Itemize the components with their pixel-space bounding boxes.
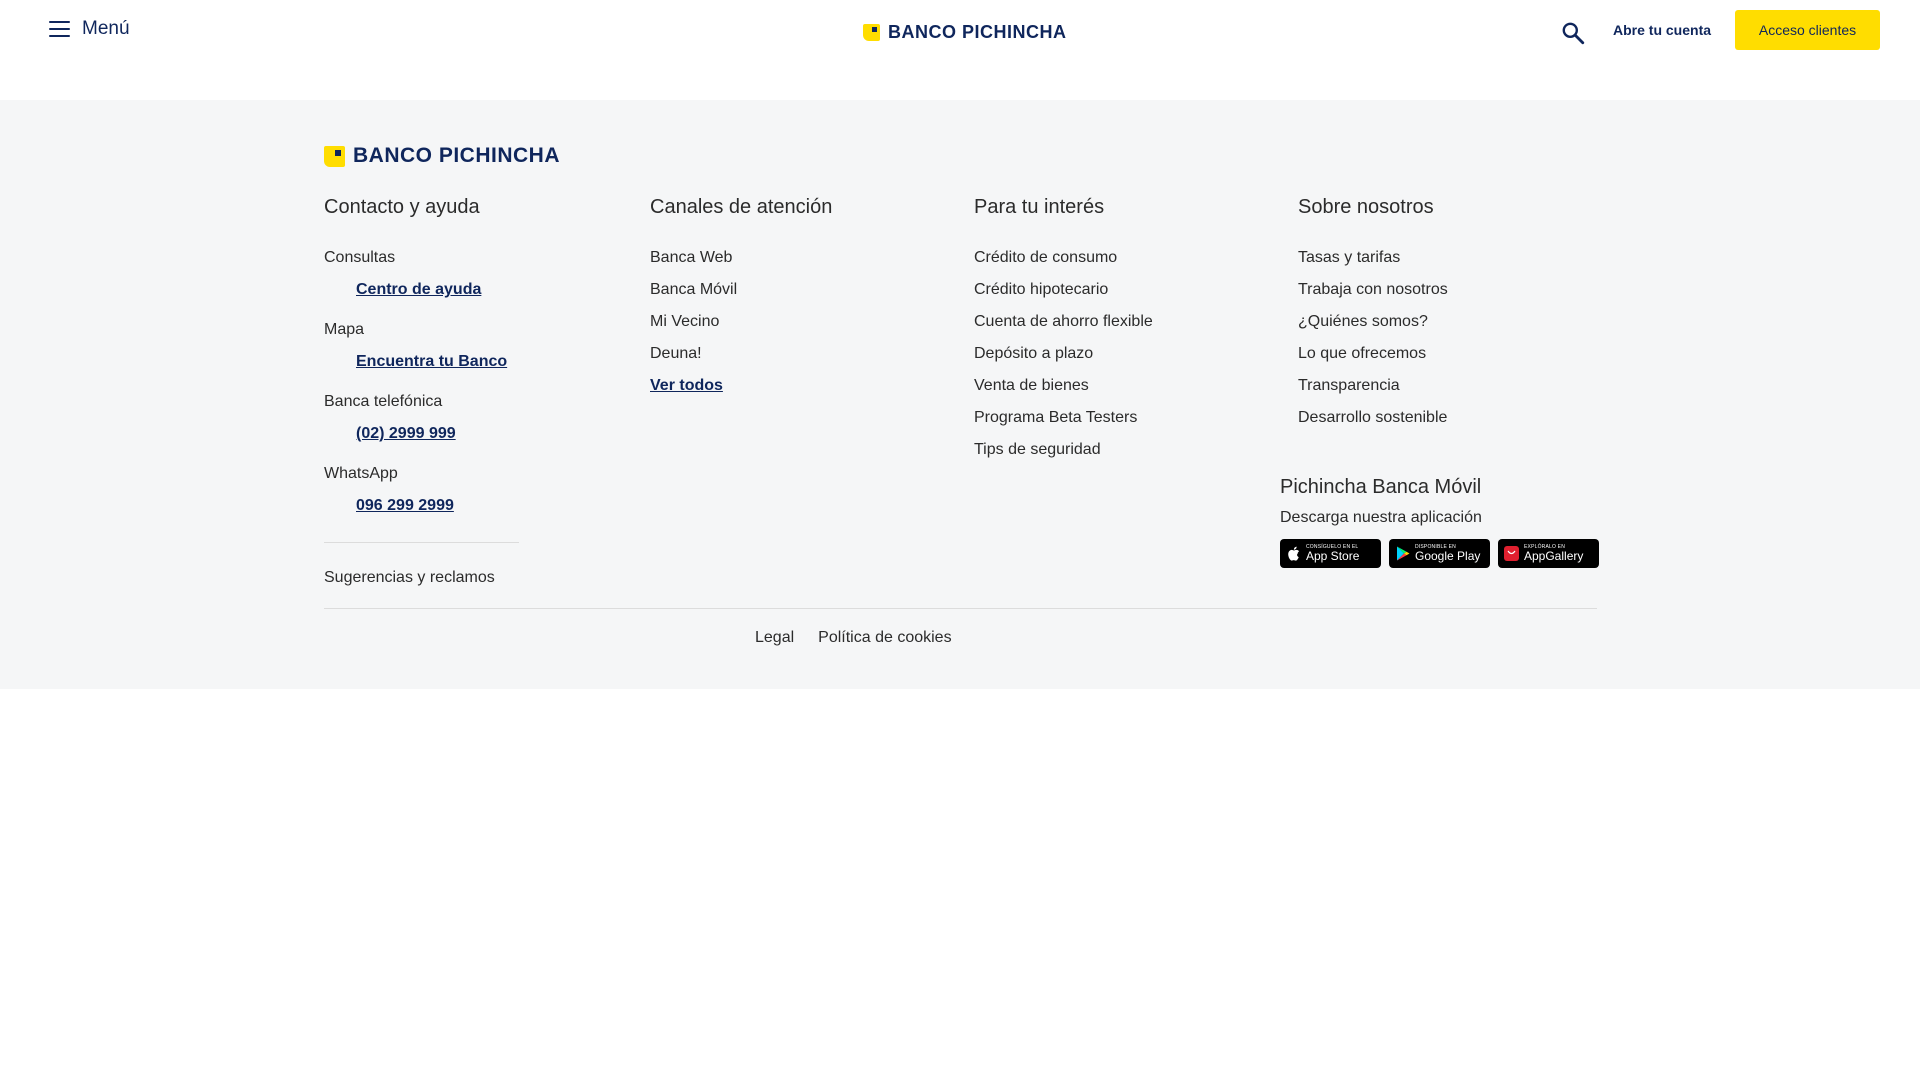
- search-button[interactable]: [1560, 20, 1586, 46]
- legal-links: Legal Política de cookies: [755, 629, 952, 647]
- contact-label: Mapa: [324, 321, 365, 338]
- about-link[interactable]: Lo que ofrecemos: [1298, 338, 1618, 370]
- google-play-badge[interactable]: Disponible en Google Play: [1389, 539, 1490, 568]
- about-column: Sobre nosotros Tasas y tarifas Trabaja c…: [1298, 196, 1618, 434]
- contact-column: Contacto y ayuda Consultas Centro de ayu…: [324, 196, 584, 587]
- interest-link[interactable]: Crédito hipotecario: [974, 274, 1274, 306]
- footer-divider: [324, 608, 1597, 609]
- about-title: Sobre nosotros: [1298, 196, 1434, 218]
- see-all-item: Ver todos: [650, 370, 910, 402]
- site-footer: BANCO PICHINCHA Contacto y ayuda Consult…: [0, 100, 1920, 689]
- app-gallery-badge[interactable]: Explóralo en AppGallery: [1498, 539, 1599, 568]
- suggestions-link[interactable]: Sugerencias y reclamos: [324, 569, 584, 587]
- about-link[interactable]: Transparencia: [1298, 370, 1618, 402]
- interest-link[interactable]: Tips de seguridad: [974, 434, 1274, 466]
- interest-title: Para tu interés: [974, 196, 1105, 218]
- huawei-icon: [1504, 546, 1519, 561]
- contact-group-mapa: Mapa Encuentra tu Banco: [324, 314, 584, 378]
- menu-button[interactable]: Menú: [49, 18, 130, 40]
- interest-link[interactable]: Cuenta de ahorro flexible: [974, 306, 1274, 338]
- whatsapp-link[interactable]: 096 299 2999: [324, 490, 584, 522]
- interest-link[interactable]: Venta de bienes: [974, 370, 1274, 402]
- interest-list: Crédito de consumo Crédito hipotecario C…: [974, 242, 1274, 466]
- contact-title: Contacto y ayuda: [324, 196, 480, 218]
- footer-logo[interactable]: BANCO PICHINCHA: [324, 144, 560, 168]
- logo-mark-icon: [324, 145, 345, 167]
- app-title: Pichincha Banca Móvil: [1280, 476, 1482, 498]
- cookies-policy-link[interactable]: Política de cookies: [818, 629, 951, 647]
- contact-label: Consultas: [324, 249, 396, 266]
- about-link[interactable]: ¿Quiénes somos?: [1298, 306, 1618, 338]
- channel-link[interactable]: Banca Móvil: [650, 274, 910, 306]
- contact-label: Banca telefónica: [324, 393, 443, 410]
- channels-column: Canales de atención Banca Web Banca Móvi…: [650, 196, 910, 402]
- apple-icon: [1286, 546, 1301, 561]
- google-play-icon: [1395, 546, 1410, 561]
- badge-store-name: Google Play: [1415, 549, 1481, 563]
- app-subtitle: Descarga nuestra aplicación: [1280, 509, 1482, 526]
- badge-store-name: App Store: [1306, 549, 1360, 563]
- access-clients-button[interactable]: Acceso clientes: [1735, 10, 1880, 50]
- contact-group-phone: Banca telefónica (02) 2999 999: [324, 386, 584, 450]
- about-link[interactable]: Trabaja con nosotros: [1298, 274, 1618, 306]
- badge-text: Disponible en Google Play: [1415, 545, 1481, 563]
- app-download-block: Pichincha Banca Móvil Descarga nuestra a…: [1280, 476, 1599, 568]
- about-list: Tasas y tarifas Trabaja con nosotros ¿Qu…: [1298, 242, 1618, 434]
- help-center-link[interactable]: Centro de ayuda: [324, 274, 584, 306]
- channels-list: Banca Web Banca Móvil Mi Vecino Deuna! V…: [650, 242, 910, 402]
- menu-label: Menú: [82, 18, 130, 39]
- find-bank-link[interactable]: Encuentra tu Banco: [324, 346, 584, 378]
- interest-link[interactable]: Crédito de consumo: [974, 242, 1274, 274]
- divider: [324, 542, 519, 543]
- contact-group-consultas: Consultas Centro de ayuda: [324, 242, 584, 306]
- interest-link[interactable]: Programa Beta Testers: [974, 402, 1274, 434]
- channel-link[interactable]: Deuna!: [650, 338, 910, 370]
- channels-title: Canales de atención: [650, 196, 833, 218]
- app-store-badge[interactable]: Consíguelo en el App Store: [1280, 539, 1381, 568]
- see-all-link[interactable]: Ver todos: [650, 377, 723, 394]
- phone-link[interactable]: (02) 2999 999: [324, 418, 584, 450]
- interest-link[interactable]: Depósito a plazo: [974, 338, 1274, 370]
- open-account-link[interactable]: Abre tu cuenta: [1613, 22, 1711, 38]
- about-link[interactable]: Desarrollo sostenible: [1298, 402, 1618, 434]
- channel-link[interactable]: Banca Web: [650, 242, 910, 274]
- legal-link[interactable]: Legal: [755, 629, 794, 647]
- channel-link[interactable]: Mi Vecino: [650, 306, 910, 338]
- logo-mark-icon: [863, 24, 880, 41]
- badge-store-name: AppGallery: [1524, 549, 1584, 563]
- contact-group-whatsapp: WhatsApp 096 299 2999: [324, 458, 584, 522]
- contact-label: WhatsApp: [324, 465, 398, 482]
- store-badges: Consíguelo en el App Store Disponible en…: [1280, 539, 1599, 568]
- interest-column: Para tu interés Crédito de consumo Crédi…: [974, 196, 1274, 466]
- search-icon: [1562, 22, 1585, 45]
- logo-text: BANCO PICHINCHA: [353, 144, 560, 167]
- about-link[interactable]: Tasas y tarifas: [1298, 242, 1618, 274]
- badge-text: Consíguelo en el App Store: [1306, 545, 1360, 563]
- hamburger-icon: [49, 21, 70, 37]
- header-logo[interactable]: BANCO PICHINCHA: [863, 22, 1067, 43]
- logo-text: BANCO PICHINCHA: [888, 22, 1067, 42]
- site-header: Menú BANCO PICHINCHA Abre tu cuenta Acce…: [0, 0, 1920, 100]
- badge-text: Explóralo en AppGallery: [1524, 545, 1584, 563]
